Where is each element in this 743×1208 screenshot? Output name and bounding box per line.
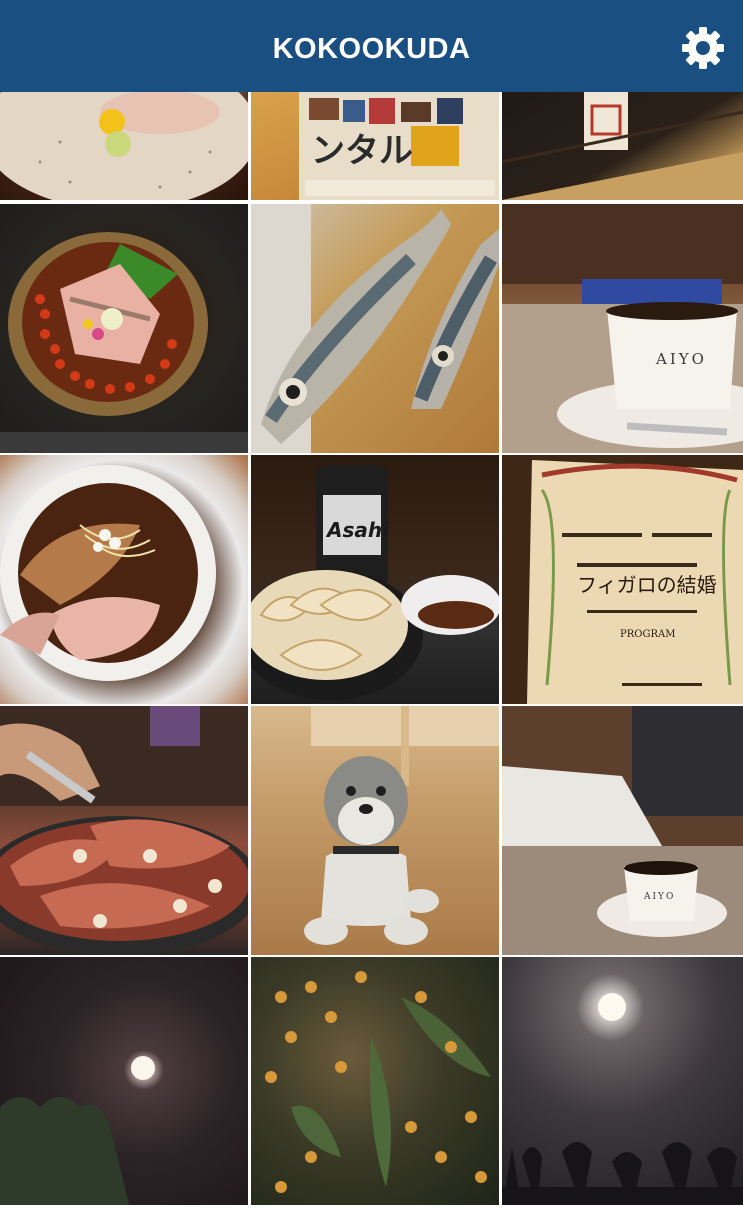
photo-grid: ンタル AIYO Asahi フィガロの結婚 PROGRAM AIYO — [0, 0, 743, 1208]
cup-brand-text-1: AIYO — [655, 350, 707, 368]
photo-osmanthus[interactable] — [251, 957, 499, 1208]
photo-gyoza[interactable]: Asahi — [251, 455, 499, 704]
photo-figaro-program[interactable]: フィガロの結婚 PROGRAM — [502, 455, 743, 704]
magazine-cover-text: ンタル — [311, 131, 413, 171]
app-header: KOKOOKUDA — [0, 0, 743, 92]
photo-schnauzer[interactable] — [251, 706, 499, 955]
photo-seafood-bowl[interactable] — [0, 204, 248, 453]
photo-grill[interactable] — [0, 706, 248, 955]
photo-stamp[interactable] — [502, 92, 743, 200]
bottle-label-text: Asahi — [325, 518, 390, 542]
svg-text:PROGRAM: PROGRAM — [620, 629, 675, 640]
gear-icon[interactable] — [680, 25, 726, 71]
profile-username: KOKOOKUDA — [272, 33, 471, 65]
photo-ramen[interactable] — [0, 455, 248, 704]
photo-moon-2[interactable] — [502, 957, 743, 1208]
program-title-text: フィガロの結婚 — [577, 573, 717, 597]
photo-coffee-aiyo-2[interactable]: AIYO — [502, 706, 743, 955]
photo-sushi-plate[interactable] — [0, 92, 248, 200]
cup-brand-text-2: AIYO — [643, 892, 675, 902]
photo-magazine[interactable]: ンタル — [251, 92, 499, 200]
photo-moon-1[interactable] — [0, 957, 248, 1208]
photo-mackerel[interactable] — [251, 204, 499, 453]
photo-coffee-aiyo-1[interactable]: AIYO — [502, 204, 743, 453]
